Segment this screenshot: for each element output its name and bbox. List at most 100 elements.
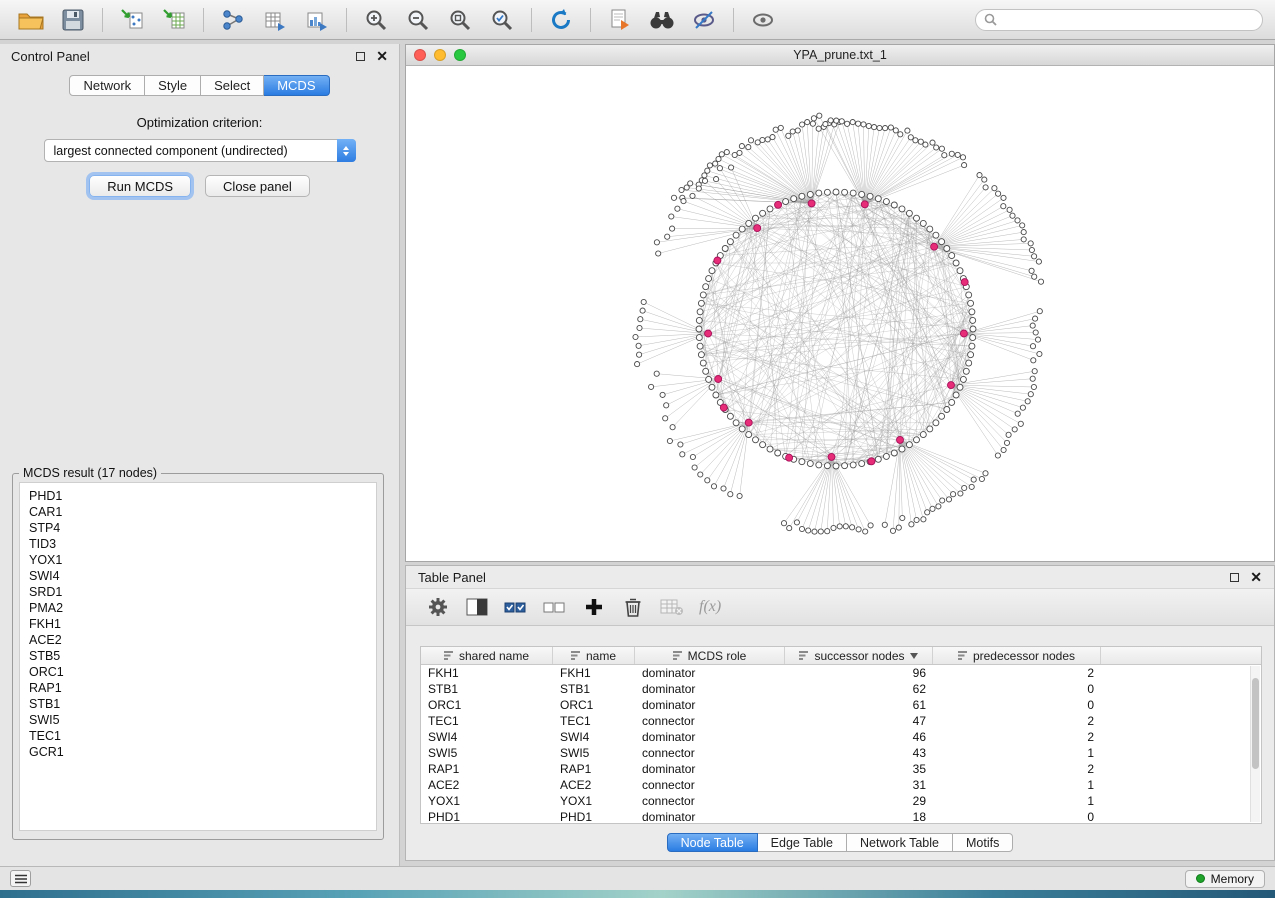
close-panel-button[interactable]: Close panel (205, 175, 310, 197)
table-cell: connector (635, 714, 785, 728)
table-row[interactable]: ACE2ACE2connector311 (421, 777, 1261, 793)
open-session-button[interactable] (12, 5, 50, 35)
scrollbar-thumb[interactable] (1252, 678, 1259, 768)
node-table: shared name name MCDS role successor nod… (420, 646, 1262, 824)
table-cell: dominator (635, 698, 785, 712)
table-cell: dominator (635, 810, 785, 824)
table-cell: STB1 (421, 682, 553, 696)
tab-node-table[interactable]: Node Table (667, 833, 758, 852)
export-network-button[interactable] (214, 5, 252, 35)
table-cell: RAP1 (553, 762, 635, 776)
tab-network[interactable]: Network (69, 75, 145, 96)
mcds-result-item[interactable]: YOX1 (29, 552, 376, 568)
mcds-result-item[interactable]: SWI5 (29, 712, 376, 728)
table-row[interactable]: PHD1PHD1dominator180 (421, 809, 1261, 824)
window-maximize-icon[interactable] (454, 49, 466, 61)
mcds-result-item[interactable]: STP4 (29, 520, 376, 536)
mcds-result-item[interactable]: GCR1 (29, 744, 376, 760)
import-table-button[interactable] (155, 5, 193, 35)
select-all-button[interactable] (504, 595, 528, 619)
table-scrollbar[interactable] (1250, 666, 1260, 822)
deselect-all-button[interactable] (543, 595, 567, 619)
delete-table-button-disabled[interactable] (660, 595, 684, 619)
zoom-in-button[interactable] (357, 5, 395, 35)
sort-icon (799, 651, 809, 660)
table-cell: connector (635, 746, 785, 760)
zoom-fit-button[interactable] (441, 5, 479, 35)
network-canvas[interactable] (406, 67, 1274, 561)
search-box (975, 9, 1263, 31)
sort-icon (444, 651, 454, 660)
mcds-result-item[interactable]: ORC1 (29, 664, 376, 680)
tab-style[interactable]: Style (145, 75, 201, 96)
tab-motifs[interactable]: Motifs (953, 833, 1013, 852)
criterion-select[interactable]: largest connected component (undirected) (44, 139, 356, 162)
table-cell: SWI4 (421, 730, 553, 744)
mcds-result-item[interactable]: ACE2 (29, 632, 376, 648)
window-close-icon[interactable] (414, 49, 426, 61)
table-cell: ORC1 (421, 698, 553, 712)
table-panel: Table Panel ✕ (405, 565, 1275, 861)
import-network-button[interactable] (113, 5, 151, 35)
zoom-out-button[interactable] (399, 5, 437, 35)
tab-network-table[interactable]: Network Table (847, 833, 953, 852)
mcds-result-item[interactable]: RAP1 (29, 680, 376, 696)
network-visualization[interactable] (406, 67, 1274, 561)
memory-button[interactable]: Memory (1185, 870, 1265, 888)
delete-column-button[interactable] (621, 595, 645, 619)
export-image-button[interactable] (298, 5, 336, 35)
toolbar-separator (346, 8, 347, 32)
search-input[interactable] (1002, 13, 1254, 27)
show-columns-button[interactable] (465, 595, 489, 619)
export-document-button[interactable] (601, 5, 639, 35)
mcds-result-item[interactable]: FKH1 (29, 616, 376, 632)
function-builder-button[interactable]: f(x) (699, 595, 721, 619)
mcds-result-item[interactable]: STB5 (29, 648, 376, 664)
table-cell: dominator (635, 666, 785, 680)
float-panel-icon[interactable] (1230, 573, 1239, 582)
hide-style-button[interactable] (685, 5, 723, 35)
mcds-result-item[interactable]: SWI4 (29, 568, 376, 584)
column-header-name[interactable]: name (553, 647, 635, 664)
tab-edge-table[interactable]: Edge Table (758, 833, 847, 852)
close-panel-icon[interactable]: ✕ (1250, 570, 1262, 584)
search-neighbors-button[interactable] (643, 5, 681, 35)
column-header-shared-name[interactable]: shared name (421, 647, 553, 664)
table-settings-button[interactable] (426, 595, 450, 619)
table-row[interactable]: TEC1TEC1connector472 (421, 713, 1261, 729)
export-table-button[interactable] (256, 5, 294, 35)
table-row[interactable]: STB1STB1dominator620 (421, 681, 1261, 697)
table-row[interactable]: RAP1RAP1dominator352 (421, 761, 1261, 777)
close-panel-icon[interactable]: ✕ (376, 49, 388, 63)
tab-mcds[interactable]: MCDS (264, 75, 329, 96)
table-row[interactable]: FKH1FKH1dominator962 (421, 665, 1261, 681)
network-titlebar[interactable]: YPA_prune.txt_1 (406, 45, 1274, 66)
mcds-result-item[interactable]: STB1 (29, 696, 376, 712)
column-header-predecessor-nodes[interactable]: predecessor nodes (933, 647, 1101, 664)
mcds-result-item[interactable]: TID3 (29, 536, 376, 552)
table-row[interactable]: ORC1ORC1dominator610 (421, 697, 1261, 713)
run-mcds-button[interactable]: Run MCDS (89, 175, 191, 197)
mcds-result-list[interactable]: PHD1CAR1STP4TID3YOX1SWI4SRD1PMA2FKH1ACE2… (19, 482, 377, 831)
column-header-mcds-role[interactable]: MCDS role (635, 647, 785, 664)
mcds-result-item[interactable]: TEC1 (29, 728, 376, 744)
table-row[interactable]: YOX1YOX1connector291 (421, 793, 1261, 809)
window-minimize-icon[interactable] (434, 49, 446, 61)
tab-select[interactable]: Select (201, 75, 264, 96)
export-image-icon (305, 8, 329, 32)
mcds-result-item[interactable]: PHD1 (29, 488, 376, 504)
zoom-selected-button[interactable] (483, 5, 521, 35)
mcds-result-item[interactable]: SRD1 (29, 584, 376, 600)
apply-layout-button[interactable] (542, 5, 580, 35)
add-column-button[interactable] (582, 595, 606, 619)
save-session-button[interactable] (54, 5, 92, 35)
table-row[interactable]: SWI4SWI4dominator462 (421, 729, 1261, 745)
column-header-successor-nodes[interactable]: successor nodes (785, 647, 933, 664)
show-panels-button[interactable] (10, 870, 31, 887)
table-cell: FKH1 (553, 666, 635, 680)
float-panel-icon[interactable] (356, 52, 365, 61)
show-hide-button[interactable] (744, 5, 782, 35)
mcds-result-item[interactable]: PMA2 (29, 600, 376, 616)
mcds-result-item[interactable]: CAR1 (29, 504, 376, 520)
table-row[interactable]: SWI5SWI5connector431 (421, 745, 1261, 761)
